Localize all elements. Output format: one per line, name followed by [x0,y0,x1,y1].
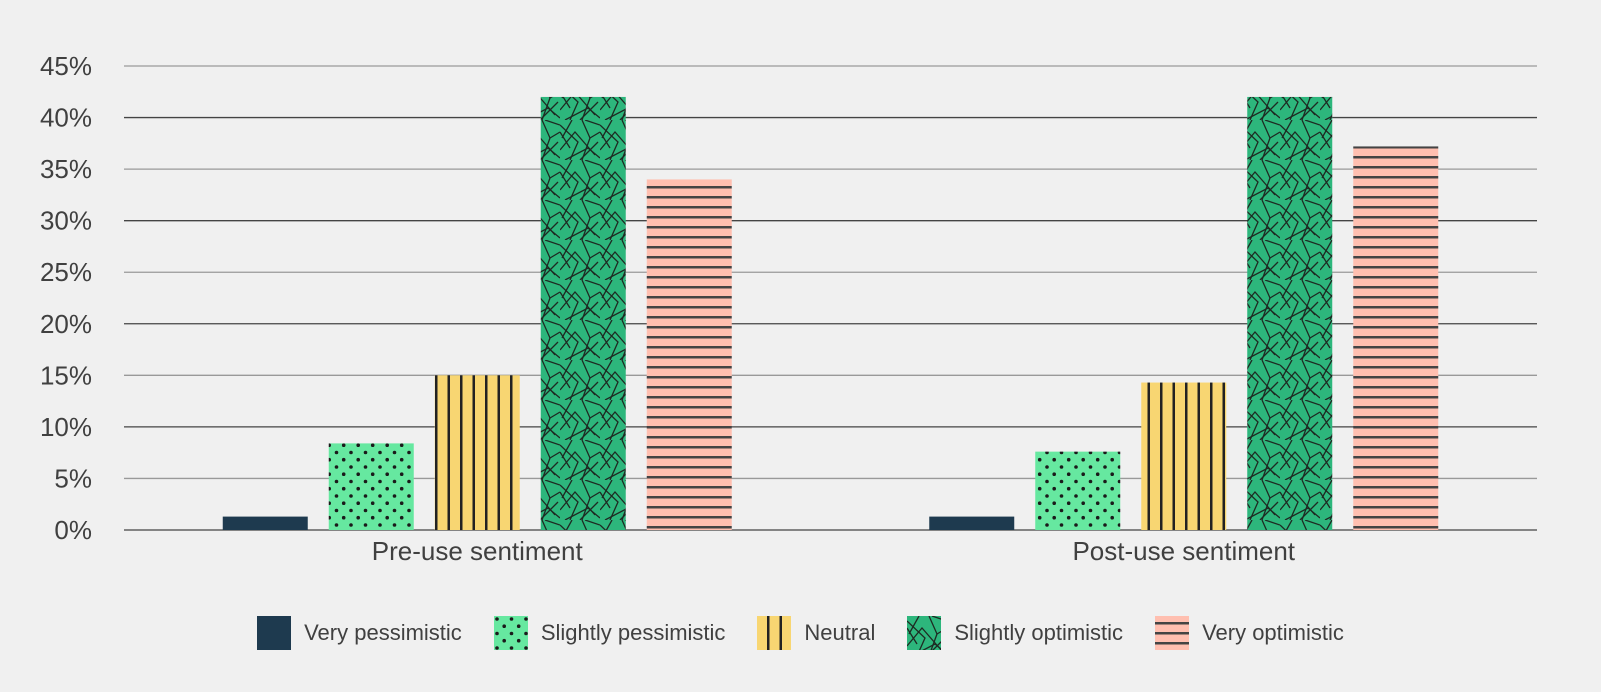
x-category-label: Pre-use sentiment [372,536,584,566]
bar-very-optimistic [646,179,732,530]
legend-swatch [1155,616,1190,650]
y-tick-label: 30% [40,206,92,236]
bar-very-pessimistic [222,516,308,530]
legend-item: Slightly pessimistic [493,616,726,650]
y-tick-label: 35% [40,154,92,184]
y-tick-label: 0% [54,515,92,545]
legend-swatch [757,616,792,650]
y-tick-label: 10% [40,412,92,442]
y-tick-label: 45% [40,51,92,81]
y-axis-ticks: 0% 5% 10% 15% 20% 25% 30% 35% 40% 45% [40,51,92,545]
legend-label: Neutral [804,620,876,645]
legend-label: Slightly pessimistic [540,620,726,645]
bar-neutral [1141,382,1227,530]
bar-slightly-pessimistic [1035,451,1121,530]
x-axis-categories: Pre-use sentiment Post-use sentiment [372,536,1296,566]
legend: Very pessimistic Slightly pessimistic Neut… [0,616,1601,650]
y-tick-label: 15% [40,360,92,390]
y-tick-label: 20% [40,309,92,339]
bar-slightly-optimistic [540,96,626,530]
legend-item: Very pessimistic [257,616,462,650]
legend-item: Very optimistic [1155,616,1344,650]
y-tick-label: 40% [40,103,92,133]
legend-swatch [493,616,528,650]
bar-very-optimistic [1353,146,1439,530]
bar-chart: 0% 5% 10% 15% 20% 25% 30% 35% 40% 45% Pre-use sen… [40,51,1537,566]
bar-very-pessimistic [929,516,1015,530]
bar-neutral [434,375,520,530]
bar-slightly-optimistic [1247,96,1333,530]
legend-item: Slightly optimistic [907,616,1123,650]
bar-slightly-pessimistic [328,443,414,530]
y-tick-label: 25% [40,257,92,287]
legend-item: Neutral [757,616,875,650]
legend-swatch [257,616,292,650]
x-category-label: Post-use sentiment [1072,536,1295,566]
bars [222,96,1439,530]
y-tick-label: 5% [54,463,92,493]
legend-swatch [907,616,942,650]
legend-label: Slightly optimistic [954,620,1124,645]
legend-label: Very optimistic [1202,620,1344,645]
legend-label: Very pessimistic [304,620,462,645]
